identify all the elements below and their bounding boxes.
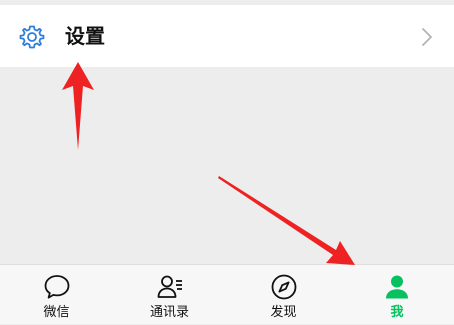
tab-label-discover: 发现: [270, 305, 297, 320]
settings-row[interactable]: 设置: [0, 5, 454, 67]
tab-discover[interactable]: 发现: [227, 265, 340, 325]
chat-bubble-icon: [44, 275, 69, 299]
person-icon: [386, 275, 408, 299]
contacts-icon: [157, 275, 182, 298]
tab-label-chats: 微信: [43, 305, 70, 320]
chevron-right-icon: [422, 28, 432, 46]
tab-chats[interactable]: 微信: [0, 265, 113, 325]
tab-label-me: 我: [390, 305, 404, 320]
settings-label: 设置: [65, 24, 105, 48]
red-arrow-to-me-tab: [218, 176, 355, 265]
tab-label-contacts: 通讯录: [149, 305, 189, 320]
bottom-tab-bar: 微信 通讯录 发现 我: [0, 264, 454, 324]
red-arrow-to-settings: [62, 62, 94, 150]
compass-icon: [271, 274, 296, 300]
gear-icon: [19, 25, 45, 49]
tab-me[interactable]: 我: [340, 265, 454, 325]
tab-contacts[interactable]: 通讯录: [113, 265, 226, 325]
